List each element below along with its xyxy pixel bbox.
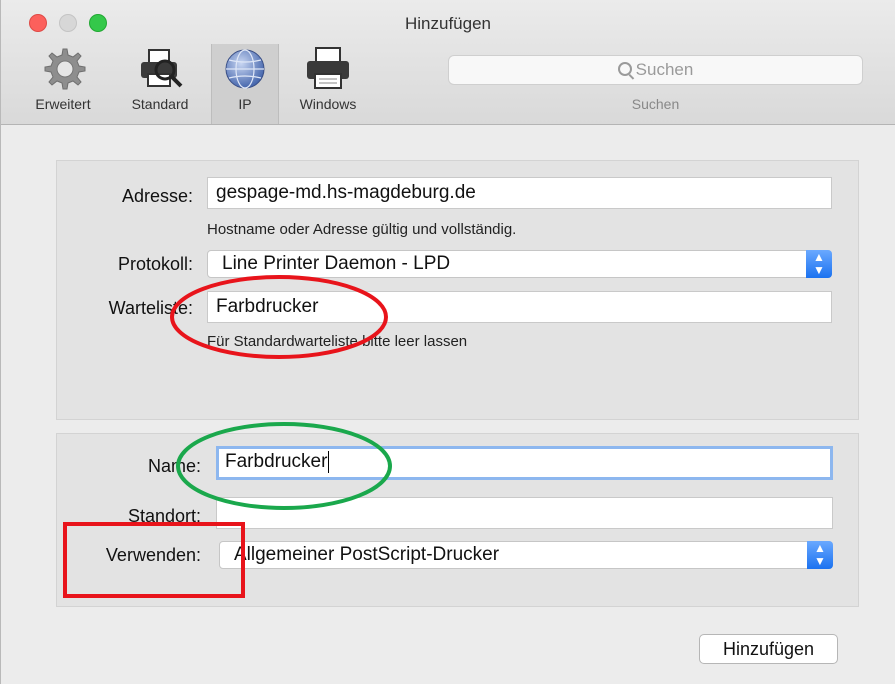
toolbar-item-erweitert[interactable]: Erweitert: [25, 44, 101, 118]
green-ellipse-annotation: [176, 422, 392, 510]
chevron-updown-icon: ▲ ▼: [807, 541, 833, 569]
toolbar-label: Windows: [299, 96, 357, 112]
add-button[interactable]: Hinzufügen: [699, 634, 838, 664]
printer-search-icon: [135, 44, 185, 94]
driver-select[interactable]: Allgemeiner PostScript-Drucker ▲ ▼: [219, 541, 833, 569]
toolbar-label: Standard: [131, 96, 189, 112]
globe-icon: [220, 44, 270, 94]
address-hint: Hostname oder Adresse gültig und vollstä…: [207, 221, 517, 238]
toolbar-label: Erweitert: [35, 96, 91, 112]
toolbar-label: IP: [238, 96, 252, 112]
printer-icon: [303, 44, 353, 94]
red-rectangle-annotation: [63, 522, 245, 598]
toolbar-item-windows[interactable]: Windows: [285, 44, 371, 118]
driver-value: Allgemeiner PostScript-Drucker: [234, 544, 500, 565]
address-label: Adresse:: [121, 186, 193, 206]
search-placeholder: Suchen: [635, 60, 694, 79]
toolbar-item-standard[interactable]: Standard: [119, 44, 201, 118]
chevron-updown-icon: ▲ ▼: [806, 250, 832, 278]
gear-icon: [38, 44, 88, 94]
window-title: Hinzufügen: [404, 14, 491, 33]
address-field[interactable]: gespage-md.hs-magdeburg.de: [207, 177, 832, 209]
search-input[interactable]: Suchen: [448, 55, 863, 85]
search-caption: Suchen: [631, 96, 680, 112]
title-bar: Hinzufügen Erweitert Standard IP Windows…: [1, 0, 895, 125]
add-printer-window: Hinzufügen Erweitert Standard IP Windows…: [0, 0, 895, 684]
toolbar-item-ip[interactable]: IP: [211, 44, 279, 124]
search-icon: [617, 62, 634, 80]
red-ellipse-annotation: [170, 275, 388, 359]
